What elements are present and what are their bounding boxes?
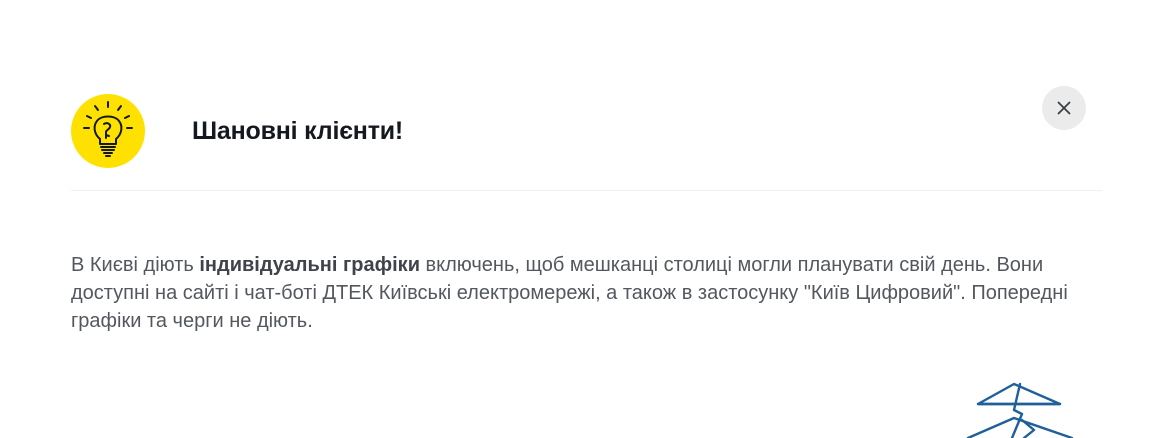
notice-dialog: Шановні клієнти! В Києві діють індивідуа… [0,0,1173,438]
dialog-title: Шановні клієнти! [192,117,404,145]
message-text-start: В Києві діють [71,254,200,276]
message-highlight: індивідуальні графіки [199,254,420,276]
close-button[interactable] [1042,86,1086,130]
divider [71,190,1102,191]
notice-message: В Києві діють індивідуальні графіки вклю… [71,251,1106,335]
power-pylon-icon [966,382,1074,438]
lightbulb-icon [71,94,145,168]
close-icon [1057,101,1071,115]
